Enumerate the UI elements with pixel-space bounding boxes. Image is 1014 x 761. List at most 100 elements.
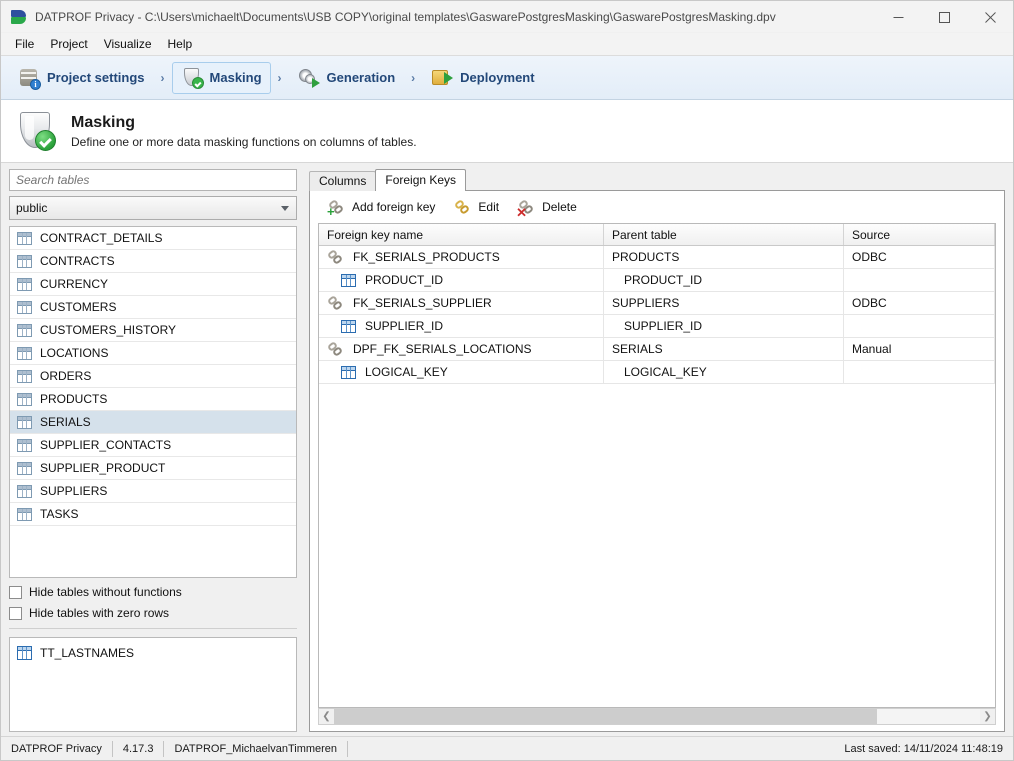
database-settings-icon: i xyxy=(18,67,40,89)
table-name: SERIALS xyxy=(40,415,91,429)
page-header: Masking Define one or more data masking … xyxy=(1,100,1013,163)
wizard-step-project-settings[interactable]: i Project settings xyxy=(9,62,154,94)
column-header-parent-table[interactable]: Parent table xyxy=(604,224,844,245)
cell-source xyxy=(844,269,995,291)
filter-hide-zero-rows[interactable]: Hide tables with zero rows xyxy=(9,606,297,620)
checkbox[interactable] xyxy=(9,607,22,620)
wizard-step-label: Generation xyxy=(327,70,396,85)
table-list-item[interactable]: SUPPLIER_PRODUCT xyxy=(10,457,296,480)
table-list-item[interactable]: TASKS xyxy=(10,503,296,526)
button-label: Edit xyxy=(478,200,499,214)
search-input[interactable] xyxy=(9,169,297,191)
wizard-step-label: Project settings xyxy=(47,70,145,85)
schema-select-value: public xyxy=(16,201,47,215)
scrollbar-track[interactable] xyxy=(334,709,980,724)
cell-parent-table: SUPPLIERS xyxy=(604,292,844,314)
temp-tables-list[interactable]: TT_LASTNAMES xyxy=(9,637,297,732)
maximize-icon[interactable] xyxy=(921,1,967,33)
body-split: public CONTRACT_DETAILS CONTRACTS CURREN… xyxy=(1,163,1013,736)
add-foreign-key-button[interactable]: + Add foreign key xyxy=(324,197,444,218)
horizontal-scrollbar[interactable]: ❮ ❯ xyxy=(318,708,996,725)
column-icon xyxy=(341,320,356,333)
table-list-item[interactable]: CONTRACT_DETAILS xyxy=(10,227,296,250)
foreign-key-icon xyxy=(327,250,344,265)
table-list-item-selected[interactable]: SERIALS xyxy=(10,411,296,434)
table-list-item[interactable]: CUSTOMERS_HISTORY xyxy=(10,319,296,342)
foreign-key-delete-icon: ✕ xyxy=(518,200,535,215)
wizard-step-label: Masking xyxy=(210,70,262,85)
cell-foreign-key-name: PRODUCT_ID xyxy=(319,269,604,291)
column-header-source[interactable]: Source xyxy=(844,224,995,245)
filter-label: Hide tables without functions xyxy=(29,585,182,599)
application-window: DATPROF Privacy - C:\Users\michaelt\Docu… xyxy=(0,0,1014,761)
column-icon xyxy=(341,366,356,379)
schema-select[interactable]: public xyxy=(9,196,297,220)
cell-parent-table: SERIALS xyxy=(604,338,844,360)
table-row[interactable]: FK_SERIALS_SUPPLIER SUPPLIERS ODBC xyxy=(319,292,995,315)
table-icon xyxy=(17,324,32,337)
table-list[interactable]: CONTRACT_DETAILS CONTRACTS CURRENCY CUST… xyxy=(9,226,297,578)
table-list-item[interactable]: CUSTOMERS xyxy=(10,296,296,319)
wizard-step-masking[interactable]: Masking xyxy=(172,62,271,94)
close-icon[interactable] xyxy=(967,1,1013,33)
table-row[interactable]: SUPPLIER_ID SUPPLIER_ID xyxy=(319,315,995,338)
wizard-step-generation[interactable]: Generation xyxy=(289,62,405,94)
wizard-step-label: Deployment xyxy=(460,70,534,85)
table-name: CUSTOMERS xyxy=(40,300,116,314)
page-title: Masking xyxy=(71,114,417,132)
scrollbar-thumb[interactable] xyxy=(334,709,877,724)
grid-header-row: Foreign key name Parent table Source xyxy=(319,224,995,246)
button-label: Delete xyxy=(542,200,577,214)
cell-text: PRODUCT_ID xyxy=(365,273,443,287)
cell-text: LOGICAL_KEY xyxy=(365,365,448,379)
minimize-icon[interactable] xyxy=(875,1,921,33)
cell-parent-table: PRODUCT_ID xyxy=(604,269,844,291)
button-label: Add foreign key xyxy=(352,200,435,214)
filter-hide-without-functions[interactable]: Hide tables without functions xyxy=(9,585,297,599)
table-list-item[interactable]: PRODUCTS xyxy=(10,388,296,411)
table-icon xyxy=(17,232,32,245)
table-row[interactable]: FK_SERIALS_PRODUCTS PRODUCTS ODBC xyxy=(319,246,995,269)
filter-label: Hide tables with zero rows xyxy=(29,606,169,620)
cell-text: DPF_FK_SERIALS_LOCATIONS xyxy=(353,342,532,356)
grid-body: FK_SERIALS_PRODUCTS PRODUCTS ODBC PRODUC… xyxy=(319,246,995,707)
table-name: CUSTOMERS_HISTORY xyxy=(40,323,176,337)
cell-parent-table: LOGICAL_KEY xyxy=(604,361,844,383)
tab-strip: Columns Foreign Keys xyxy=(309,169,1005,191)
table-icon xyxy=(17,439,32,452)
table-row[interactable]: PRODUCT_ID PRODUCT_ID xyxy=(319,269,995,292)
foreign-key-add-icon: + xyxy=(328,200,345,215)
cell-text: FK_SERIALS_PRODUCTS xyxy=(353,250,500,264)
chevron-right-icon[interactable]: ❯ xyxy=(980,709,995,724)
menu-item-file[interactable]: File xyxy=(7,34,42,54)
edit-foreign-key-button[interactable]: Edit xyxy=(450,197,508,218)
menu-item-visualize[interactable]: Visualize xyxy=(96,34,160,54)
menu-item-project[interactable]: Project xyxy=(42,34,95,54)
table-list-item[interactable]: SUPPLIERS xyxy=(10,480,296,503)
chevron-left-icon[interactable]: ❮ xyxy=(319,709,334,724)
table-name: PRODUCTS xyxy=(40,392,107,406)
table-row[interactable]: DPF_FK_SERIALS_LOCATIONS SERIALS Manual xyxy=(319,338,995,361)
table-row[interactable]: LOGICAL_KEY LOGICAL_KEY xyxy=(319,361,995,384)
window-controls xyxy=(875,1,1013,33)
temp-table-item[interactable]: TT_LASTNAMES xyxy=(10,642,296,664)
table-icon xyxy=(17,485,32,498)
wizard-step-deployment[interactable]: Deployment xyxy=(422,62,543,94)
delete-foreign-key-button[interactable]: ✕ Delete xyxy=(514,197,586,218)
window-title: DATPROF Privacy - C:\Users\michaelt\Docu… xyxy=(35,10,776,24)
cell-foreign-key-name: FK_SERIALS_SUPPLIER xyxy=(319,292,604,314)
temp-table-name: TT_LASTNAMES xyxy=(40,646,134,660)
table-list-item[interactable]: ORDERS xyxy=(10,365,296,388)
table-list-item[interactable]: CURRENCY xyxy=(10,273,296,296)
table-list-item[interactable]: LOCATIONS xyxy=(10,342,296,365)
cell-source xyxy=(844,315,995,337)
table-list-item[interactable]: CONTRACTS xyxy=(10,250,296,273)
column-header-foreign-key-name[interactable]: Foreign key name xyxy=(319,224,604,245)
table-list-item[interactable]: SUPPLIER_CONTACTS xyxy=(10,434,296,457)
tab-foreign-keys[interactable]: Foreign Keys xyxy=(375,169,466,191)
checkbox[interactable] xyxy=(9,586,22,599)
cell-foreign-key-name: DPF_FK_SERIALS_LOCATIONS xyxy=(319,338,604,360)
menu-item-help[interactable]: Help xyxy=(160,34,201,54)
table-icon xyxy=(17,462,32,475)
tab-columns[interactable]: Columns xyxy=(309,171,376,191)
